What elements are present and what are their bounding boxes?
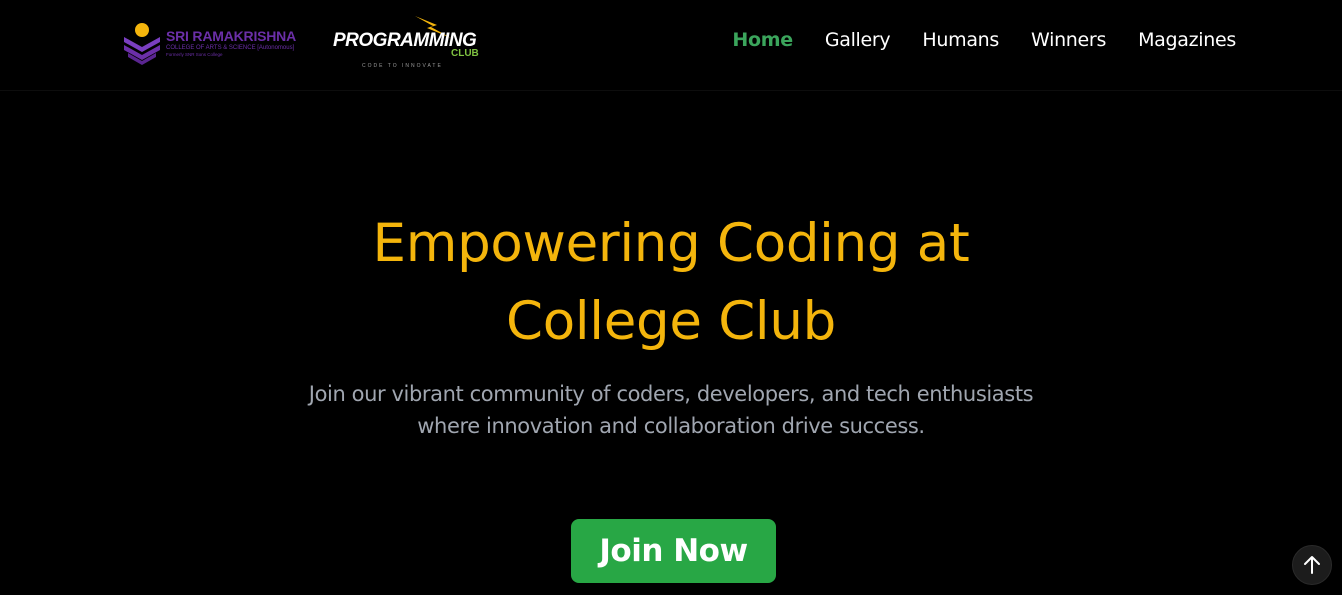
join-now-button[interactable]: Join Now bbox=[571, 519, 776, 583]
college-former-name: Formerly SNR Sons College bbox=[166, 51, 223, 57]
club-logo-subtitle: CLUB bbox=[451, 48, 479, 59]
nav-humans[interactable]: Humans bbox=[922, 29, 999, 51]
main-nav: Home Gallery Humans Winners Magazines bbox=[732, 29, 1236, 51]
college-name: SRI RAMAKRISHNA bbox=[166, 27, 297, 44]
club-logo[interactable]: PROGRAMMING CLUB CODE TO INNOVATE bbox=[333, 16, 493, 72]
college-text: SRI RAMAKRISHNA COLLEGE OF ARTS & SCIENC… bbox=[166, 29, 296, 58]
nav-magazines[interactable]: Magazines bbox=[1138, 29, 1236, 51]
nav-gallery[interactable]: Gallery bbox=[825, 29, 891, 51]
nav-winners[interactable]: Winners bbox=[1031, 29, 1106, 51]
college-subtitle: COLLEGE OF ARTS & SCIENCE [Autonomous] bbox=[166, 44, 295, 51]
top-navbar: SRI RAMAKRISHNA COLLEGE OF ARTS & SCIENC… bbox=[0, 0, 1342, 91]
hero-subtitle-line-1: Join our vibrant community of coders, de… bbox=[308, 382, 1034, 406]
college-emblem-icon bbox=[124, 23, 160, 65]
college-logo[interactable]: SRI RAMAKRISHNA COLLEGE OF ARTS & SCIENC… bbox=[122, 20, 296, 66]
club-logo-tagline: CODE TO INNOVATE bbox=[362, 63, 443, 69]
hero-section: Empowering Coding at College Club Join o… bbox=[0, 205, 1342, 442]
hero-title-line-1: Empowering Coding at bbox=[372, 213, 970, 274]
hero-title: Empowering Coding at College Club bbox=[0, 205, 1342, 361]
scroll-to-top-button[interactable] bbox=[1292, 545, 1332, 585]
arrow-up-icon bbox=[1304, 556, 1320, 574]
hero-subtitle-line-2: where innovation and collaboration drive… bbox=[417, 414, 925, 438]
hero-title-line-2: College Club bbox=[506, 291, 836, 352]
nav-home[interactable]: Home bbox=[732, 29, 793, 51]
hero-subtitle: Join our vibrant community of coders, de… bbox=[0, 378, 1342, 442]
